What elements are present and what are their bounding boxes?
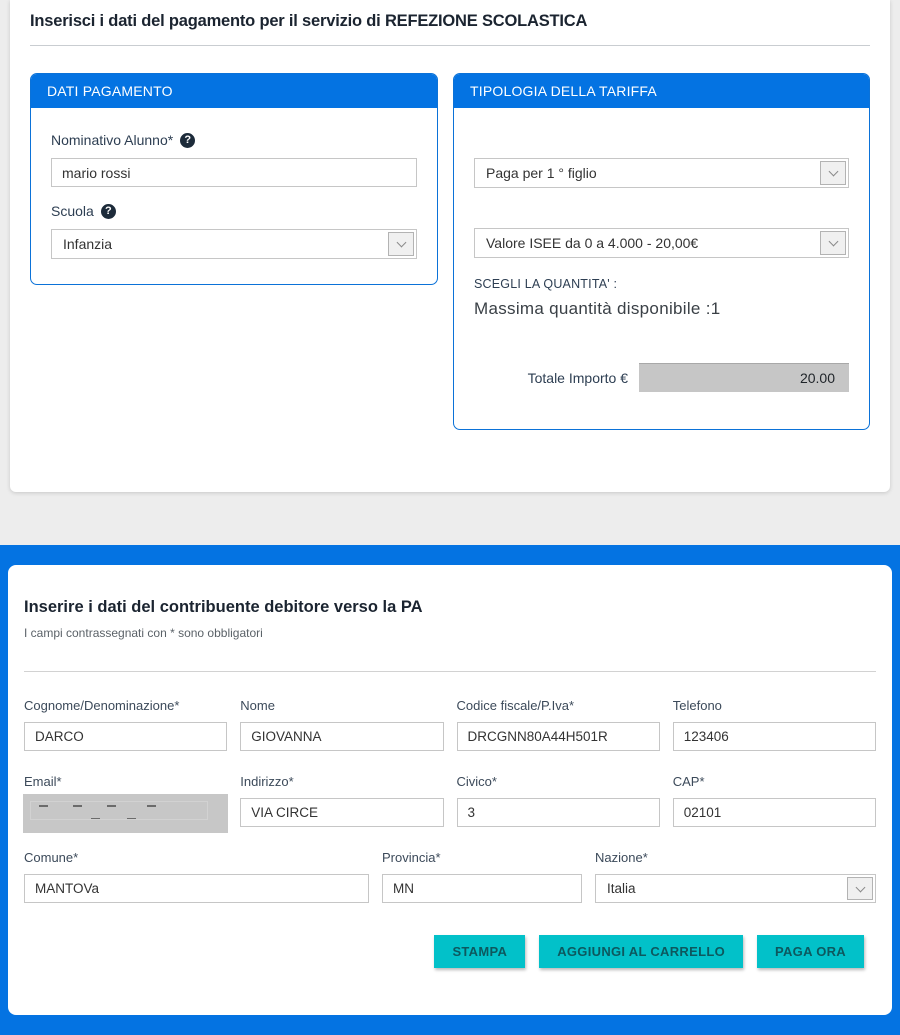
chevron-down-icon (855, 882, 865, 892)
dati-pagamento-header: DATI PAGAMENTO (31, 74, 437, 108)
indirizzo-input[interactable] (240, 798, 443, 827)
title-divider (30, 45, 870, 46)
nominativo-alunno-label-text: Nominativo Alunno* (51, 132, 173, 148)
form-row-1: Cognome/Denominazione* Nome Codice fisca… (24, 698, 876, 751)
nazione-select[interactable]: Italia (595, 874, 876, 903)
cognome-field-group: Cognome/Denominazione* (24, 698, 227, 751)
totale-importo-label: Totale Importo € (528, 370, 628, 386)
nazione-field-group: Nazione* Italia (595, 850, 876, 903)
nominativo-alunno-label: Nominativo Alunno* ? (51, 132, 417, 148)
stampa-button[interactable]: STAMPA (434, 935, 525, 968)
civico-field-group: Civico* (457, 774, 660, 827)
aggiungi-al-carrello-button[interactable]: AGGIUNGI AL CARRELLO (539, 935, 743, 968)
tipologia-tariffa-header: TIPOLOGIA DELLA TARIFFA (454, 74, 869, 108)
nominativo-alunno-input[interactable] (51, 158, 417, 187)
isee-select[interactable]: Valore ISEE da 0 a 4.000 - 20,00€ (474, 228, 849, 258)
select-dropdown-button (388, 232, 414, 256)
comune-label: Comune* (24, 850, 369, 865)
email-label: Email* (24, 774, 227, 789)
scuola-label: Scuola ? (51, 203, 417, 219)
redaction-overlay (23, 794, 228, 833)
payment-data-card: Inserisci i dati del pagamento per il se… (10, 0, 890, 492)
provincia-label: Provincia* (382, 850, 582, 865)
button-row: STAMPA AGGIUNGI AL CARRELLO PAGA ORA (24, 935, 876, 968)
contribuente-section: Inserire i dati del contribuente debitor… (0, 545, 900, 1035)
totale-importo-readonly-field: 20.00 (639, 363, 849, 392)
scegli-quantita-label: SCEGLI LA QUANTITA' : (474, 277, 849, 291)
codice-fiscale-input[interactable] (457, 722, 660, 751)
nome-input[interactable] (240, 722, 443, 751)
dati-pagamento-panel: DATI PAGAMENTO Nominativo Alunno* ? Scuo… (30, 73, 438, 285)
totale-importo-row: Totale Importo € 20.00 (474, 363, 849, 392)
tipologia-tariffa-panel: TIPOLOGIA DELLA TARIFFA Paga per 1 ° fig… (453, 73, 870, 430)
figlio-select[interactable]: Paga per 1 ° figlio (474, 158, 849, 188)
indirizzo-label: Indirizzo* (240, 774, 443, 789)
codice-fiscale-label: Codice fiscale/P.Iva* (457, 698, 660, 713)
contribuente-subtitle: I campi contrassegnati con * sono obblig… (24, 626, 876, 640)
page-title: Inserisci i dati del pagamento per il se… (30, 12, 870, 31)
contribuente-title: Inserire i dati del contribuente debitor… (24, 598, 876, 617)
panels-row: DATI PAGAMENTO Nominativo Alunno* ? Scuo… (30, 73, 870, 430)
provincia-field-group: Provincia* (382, 850, 582, 903)
page: Inserisci i dati del pagamento per il se… (0, 0, 900, 1035)
email-field-group: Email* (24, 774, 227, 827)
scuola-select[interactable]: Infanzia (51, 229, 417, 259)
form-row-2: Email* Indirizzo* Civico* CAP* (24, 774, 876, 827)
select-dropdown-button (820, 161, 846, 185)
comune-field-group: Comune* (24, 850, 369, 903)
telefono-input[interactable] (673, 722, 876, 751)
civico-input[interactable] (457, 798, 660, 827)
nazione-select-value: Italia (607, 881, 636, 896)
form-row-3: Comune* Provincia* Nazione* Italia (24, 850, 876, 903)
cognome-label: Cognome/Denominazione* (24, 698, 227, 713)
chevron-down-icon (396, 238, 406, 248)
contribuente-card: Inserire i dati del contribuente debitor… (8, 565, 892, 1015)
select-dropdown-button (847, 877, 873, 900)
figlio-select-value: Paga per 1 ° figlio (486, 165, 597, 181)
massima-quantita-text: Massima quantità disponibile :1 (474, 299, 849, 319)
paga-ora-button[interactable]: PAGA ORA (757, 935, 864, 968)
provincia-input[interactable] (382, 874, 582, 903)
chevron-down-icon (828, 167, 838, 177)
cap-label: CAP* (673, 774, 876, 789)
scuola-select-value: Infanzia (63, 236, 112, 252)
codice-fiscale-field-group: Codice fiscale/P.Iva* (457, 698, 660, 751)
scuola-label-text: Scuola (51, 203, 94, 219)
email-wrap (24, 798, 227, 827)
cognome-input[interactable] (24, 722, 227, 751)
nome-label: Nome (240, 698, 443, 713)
cap-input[interactable] (673, 798, 876, 827)
nome-field-group: Nome (240, 698, 443, 751)
select-dropdown-button (820, 231, 846, 255)
civico-label: Civico* (457, 774, 660, 789)
chevron-down-icon (828, 237, 838, 247)
isee-select-value: Valore ISEE da 0 a 4.000 - 20,00€ (486, 235, 698, 251)
help-icon[interactable]: ? (180, 133, 195, 148)
telefono-field-group: Telefono (673, 698, 876, 751)
indirizzo-field-group: Indirizzo* (240, 774, 443, 827)
dati-pagamento-body: Nominativo Alunno* ? Scuola ? Infanzia (31, 108, 437, 259)
tipologia-tariffa-body: Paga per 1 ° figlio Valore ISEE da 0 a 4… (454, 158, 869, 392)
contribuente-divider (24, 671, 876, 672)
nazione-label: Nazione* (595, 850, 876, 865)
help-icon[interactable]: ? (101, 204, 116, 219)
telefono-label: Telefono (673, 698, 876, 713)
comune-input[interactable] (24, 874, 369, 903)
cap-field-group: CAP* (673, 774, 876, 827)
